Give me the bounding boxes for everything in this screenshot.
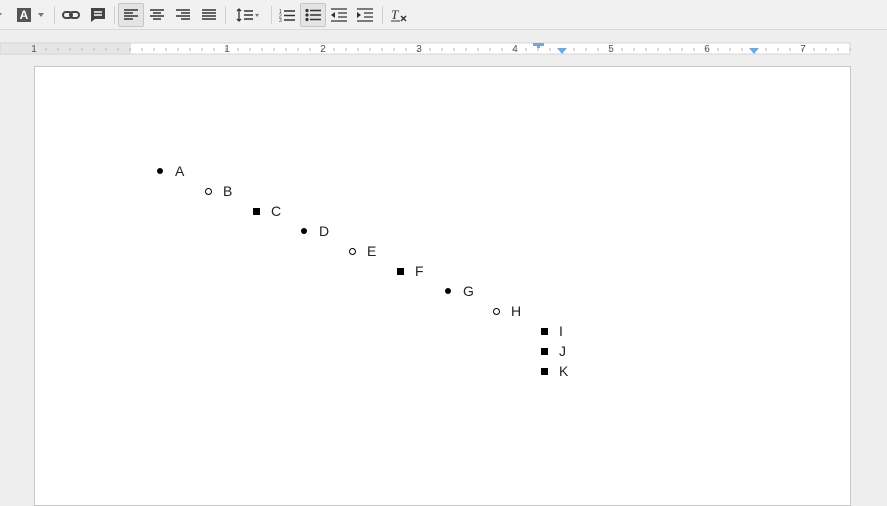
ruler-label: 1 bbox=[31, 44, 37, 55]
highlight-color-button[interactable]: A bbox=[14, 3, 50, 27]
disc-bullet-icon bbox=[299, 221, 309, 241]
square-bullet-icon bbox=[395, 261, 405, 281]
numbered-list-icon: 123 bbox=[279, 9, 295, 22]
ruler-label: 7 bbox=[800, 44, 806, 55]
toolbar-divider bbox=[225, 6, 226, 24]
bulleted-list-icon bbox=[305, 8, 321, 22]
circle-bullet-icon bbox=[491, 301, 501, 321]
svg-text:3: 3 bbox=[279, 18, 282, 22]
align-left-icon bbox=[124, 9, 138, 20]
comment-icon bbox=[91, 8, 105, 22]
ruler-label: 3 bbox=[416, 44, 422, 55]
square-bullet-icon bbox=[251, 201, 261, 221]
insert-link-button[interactable] bbox=[58, 3, 84, 27]
align-center-icon bbox=[150, 9, 164, 20]
clear-formatting-button[interactable]: T bbox=[386, 3, 412, 27]
numbered-list-button[interactable]: 123 bbox=[274, 3, 300, 27]
decrease-indent-icon bbox=[331, 8, 347, 22]
toolbar-divider bbox=[271, 6, 272, 24]
toolbar-divider bbox=[114, 6, 115, 24]
circle-bullet-icon bbox=[203, 181, 213, 201]
increase-indent-icon bbox=[357, 8, 373, 22]
list-item-label: D bbox=[319, 223, 330, 239]
align-center-button[interactable] bbox=[144, 3, 170, 27]
disc-bullet-icon bbox=[155, 161, 165, 181]
decrease-indent-button[interactable] bbox=[326, 3, 352, 27]
list-item-label: A bbox=[175, 163, 185, 179]
list-item-label: J bbox=[559, 343, 566, 359]
align-right-icon bbox=[176, 9, 190, 20]
align-left-button[interactable] bbox=[118, 3, 144, 27]
document-page[interactable]: A B C D E F G H IJK bbox=[34, 66, 851, 506]
increase-indent-button[interactable] bbox=[352, 3, 378, 27]
line-spacing-icon bbox=[236, 8, 259, 22]
line-spacing-button[interactable] bbox=[229, 3, 267, 27]
insert-comment-button[interactable] bbox=[85, 3, 111, 27]
toolbar-divider bbox=[54, 6, 55, 24]
disc-bullet-icon bbox=[443, 281, 453, 301]
list-item-label: K bbox=[559, 363, 569, 379]
list-item-label: C bbox=[271, 203, 282, 219]
list-item-label: F bbox=[415, 263, 424, 279]
ruler-label: 6 bbox=[704, 44, 710, 55]
link-icon bbox=[62, 11, 80, 19]
text-color-dropdown-icon[interactable] bbox=[0, 3, 8, 27]
clear-formatting-icon: T bbox=[391, 7, 407, 22]
bulleted-list-button[interactable] bbox=[300, 3, 326, 27]
horizontal-ruler[interactable]: 1 1 2 3 4 5 6 7 bbox=[0, 42, 887, 56]
ruler-label: 5 bbox=[608, 44, 614, 55]
justify-button[interactable] bbox=[196, 3, 222, 27]
list-item-label: I bbox=[559, 323, 563, 339]
list-item-label: H bbox=[511, 303, 522, 319]
svg-text:T: T bbox=[391, 7, 399, 22]
justify-icon bbox=[202, 9, 216, 20]
square-bullet-icon bbox=[539, 341, 549, 361]
chevron-down-icon bbox=[38, 13, 44, 17]
ruler-label: 2 bbox=[320, 44, 326, 55]
list-item-label: B bbox=[223, 183, 233, 199]
ruler-label: 4 bbox=[512, 44, 518, 55]
align-right-button[interactable] bbox=[170, 3, 196, 27]
list-item-label: E bbox=[367, 243, 377, 259]
toolbar-divider bbox=[382, 6, 383, 24]
square-bullet-icon bbox=[539, 321, 549, 341]
highlight-icon: A bbox=[17, 8, 31, 22]
circle-bullet-icon bbox=[347, 241, 357, 261]
ruler-label: 1 bbox=[224, 44, 230, 55]
list-item-label: G bbox=[463, 283, 474, 299]
square-bullet-icon bbox=[539, 361, 549, 381]
formatting-toolbar: A 123 T bbox=[0, 0, 887, 30]
